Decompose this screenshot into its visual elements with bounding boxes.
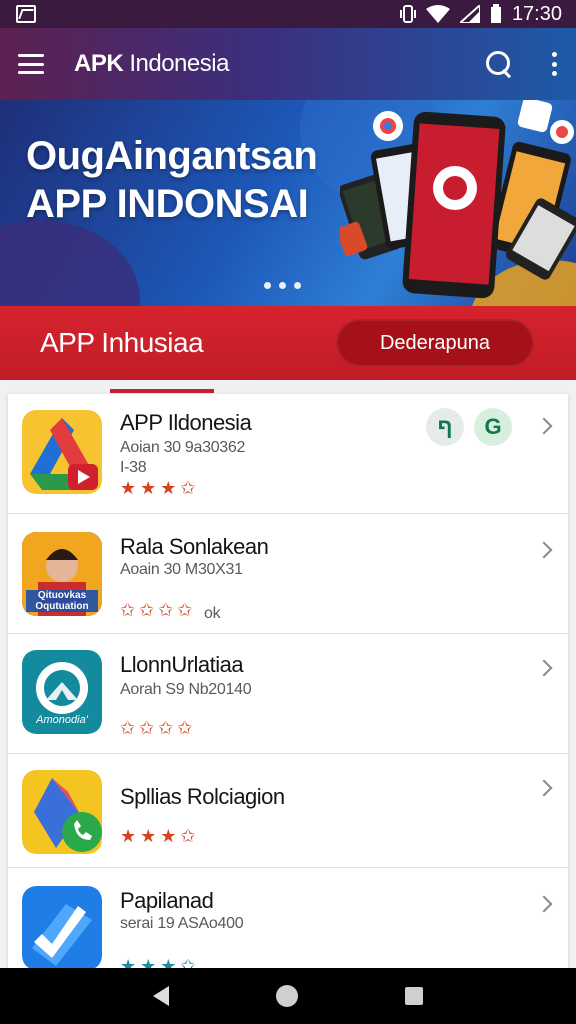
app-meta: Aorah S9 Nb20140: [120, 681, 252, 698]
banner-title-line1: OugAingantsan: [26, 134, 318, 178]
app-icon-2-text: Qituovkas Oqutuation: [35, 590, 89, 612]
chevron-right-icon[interactable]: [535, 779, 553, 797]
tab-indicator: [110, 389, 214, 393]
rating-stars: ✩✩✩✩: [120, 718, 197, 738]
drive-play-icon: [22, 410, 102, 494]
rating-stars: ★★★✩: [120, 826, 200, 846]
section-title: APP Inhusiaa: [40, 327, 204, 358]
blue-app-icon: [22, 886, 102, 968]
app-icon-3-text: Amonodia': [36, 714, 88, 726]
recents-icon[interactable]: [404, 987, 423, 1005]
gallery-notification-icon: [16, 5, 36, 23]
app-meta-2: I-38: [120, 459, 147, 476]
app-title: APK Indonesia: [74, 50, 484, 78]
menu-icon[interactable]: [18, 54, 44, 74]
phones-illustration: [340, 100, 576, 299]
app-icon-1: [22, 410, 102, 494]
badge-icon-1[interactable]: ף: [426, 408, 464, 446]
app-name: Papilanad: [120, 888, 214, 913]
app-name: Rala Sonlakean: [120, 534, 269, 559]
system-nav-bar: [0, 968, 576, 1024]
app-name: Spllias Rolciagion: [120, 784, 285, 809]
chevron-right-icon[interactable]: [535, 659, 553, 677]
list-item[interactable]: APP Ildonesia Aoian 30 9a30362 I-38 ★★★✩…: [8, 394, 568, 514]
status-bar: 17:30: [0, 0, 576, 28]
list-item[interactable]: Papilanad serai 19 ASAo400 ★★★✩: [8, 868, 568, 968]
list-item[interactable]: Qituovkas Oqutuation Rala Sonlakean Aoai…: [8, 514, 568, 634]
wifi-icon: [425, 5, 450, 23]
app-meta: serai 19 ASAo400: [120, 915, 244, 932]
chevron-right-icon[interactable]: [535, 417, 553, 435]
back-icon[interactable]: [153, 986, 170, 1006]
signal-icon: [459, 5, 480, 23]
chevron-right-icon[interactable]: [535, 895, 553, 913]
chevron-right-icon[interactable]: [535, 541, 553, 559]
battery-icon: [490, 4, 501, 23]
rating-stars: ★★★✩: [120, 956, 200, 968]
banner-pagination[interactable]: [264, 282, 301, 289]
app-icon-3: Amonodia': [22, 650, 102, 734]
banner-title-line2: APP INDONSAI: [26, 182, 309, 226]
rating-text: ok: [204, 605, 221, 622]
app-title-bold: APK: [74, 50, 124, 77]
promo-banner[interactable]: OugAingantsan APP INDONSAI: [0, 100, 576, 306]
app-name: LlonnUrlatiaa: [120, 652, 244, 677]
section-action-button[interactable]: Dederapuna: [336, 319, 534, 367]
app-title-rest: Indonesia: [123, 50, 229, 77]
app-meta: Aoain 30 M30X31: [120, 561, 243, 578]
app-name: APP Ildonesia: [120, 410, 252, 435]
vibrate-icon: [399, 5, 416, 23]
phone-app-icon: [22, 770, 102, 854]
list-item[interactable]: Amonodia' LlonnUrlatiaa Aorah S9 Nb20140…: [8, 634, 568, 754]
app-icon-2: Qituovkas Oqutuation: [22, 532, 102, 616]
clock: 17:30: [511, 2, 562, 25]
more-options-icon[interactable]: [550, 52, 558, 76]
list-item[interactable]: Spllias Rolciagion ★★★✩: [8, 754, 568, 868]
search-icon[interactable]: [484, 49, 514, 79]
banner-title: OugAingantsan APP INDONSAI: [26, 132, 318, 228]
rating-stars: ✩✩✩✩: [120, 600, 197, 620]
app-list: APP Ildonesia Aoian 30 9a30362 I-38 ★★★✩…: [8, 394, 568, 968]
rating-stars: ★★★✩: [120, 478, 200, 498]
app-bar: APK Indonesia: [0, 28, 576, 100]
app-meta: Aoian 30 9a30362: [120, 439, 246, 456]
status-icons: 17:30: [399, 2, 562, 26]
app-icon-5: [22, 886, 102, 968]
badge-icon-2[interactable]: G: [474, 408, 512, 446]
section-header: APP Inhusiaa Dederapuna: [0, 306, 576, 380]
home-icon[interactable]: [275, 985, 298, 1007]
app-icon-4: [22, 770, 102, 854]
